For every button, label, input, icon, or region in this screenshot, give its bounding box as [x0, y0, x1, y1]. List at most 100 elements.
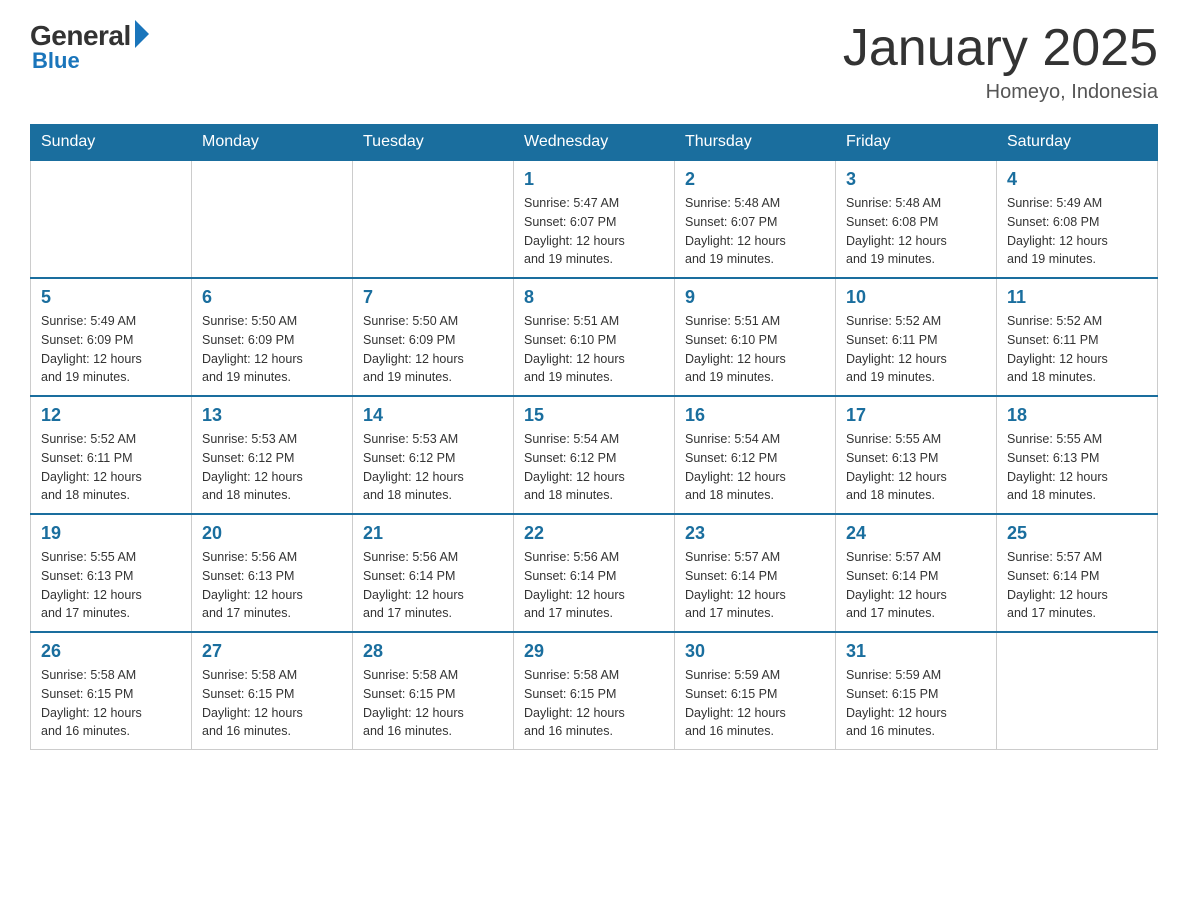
- day-info: Sunrise: 5:58 AM Sunset: 6:15 PM Dayligh…: [202, 666, 342, 741]
- day-number: 12: [41, 405, 181, 426]
- day-info: Sunrise: 5:54 AM Sunset: 6:12 PM Dayligh…: [685, 430, 825, 505]
- calendar-cell: 19Sunrise: 5:55 AM Sunset: 6:13 PM Dayli…: [31, 514, 192, 632]
- calendar-cell: 21 Sunrise: 5:56 AM Sunset: 6:14 PM Dayli…: [353, 514, 514, 632]
- day-header-tuesday: Tuesday: [353, 125, 514, 161]
- calendar-cell: 16 Sunrise: 5:54 AM Sunset: 6:12 PM Dayli…: [675, 396, 836, 514]
- day-info: Sunrise: 5:57 AM Sunset: 6:14 PM Dayligh…: [846, 548, 986, 623]
- day-number: 3: [846, 169, 986, 190]
- week-row-2: 5 Sunrise: 5:49 AM Sunset: 6:09 PM Daylig…: [31, 278, 1158, 396]
- day-info: Sunrise: 5:56 AM Sunset: 6:14 PM Dayligh…: [363, 548, 503, 623]
- calendar-cell: 25 Sunrise: 5:57 AM Sunset: 6:14 PM Dayli…: [997, 514, 1158, 632]
- day-number: 14: [363, 405, 503, 426]
- calendar-cell: 3 Sunrise: 5:48 AM Sunset: 6:08 PM Daylig…: [836, 160, 997, 278]
- day-info: Sunrise: 5:49 AM Sunset: 6:09 PM Dayligh…: [41, 312, 181, 387]
- day-header-thursday: Thursday: [675, 125, 836, 161]
- calendar-cell: 14Sunrise: 5:53 AM Sunset: 6:12 PM Dayli…: [353, 396, 514, 514]
- calendar-cell: 11 Sunrise: 5:52 AM Sunset: 6:11 PM Dayli…: [997, 278, 1158, 396]
- calendar-cell: 1Sunrise: 5:47 AM Sunset: 6:07 PM Daylig…: [514, 160, 675, 278]
- day-info: Sunrise: 5:58 AM Sunset: 6:15 PM Dayligh…: [41, 666, 181, 741]
- day-number: 15: [524, 405, 664, 426]
- day-header-sunday: Sunday: [31, 125, 192, 161]
- day-info: Sunrise: 5:51 AM Sunset: 6:10 PM Dayligh…: [685, 312, 825, 387]
- day-info: Sunrise: 5:57 AM Sunset: 6:14 PM Dayligh…: [1007, 548, 1147, 623]
- day-number: 30: [685, 641, 825, 662]
- day-header-saturday: Saturday: [997, 125, 1158, 161]
- day-number: 23: [685, 523, 825, 544]
- calendar-cell: [31, 160, 192, 278]
- calendar-cell: 28Sunrise: 5:58 AM Sunset: 6:15 PM Dayli…: [353, 632, 514, 750]
- calendar-cell: 26Sunrise: 5:58 AM Sunset: 6:15 PM Dayli…: [31, 632, 192, 750]
- day-number: 5: [41, 287, 181, 308]
- page-header: General Blue January 2025 Homeyo, Indone…: [30, 20, 1158, 104]
- day-info: Sunrise: 5:54 AM Sunset: 6:12 PM Dayligh…: [524, 430, 664, 505]
- day-info: Sunrise: 5:58 AM Sunset: 6:15 PM Dayligh…: [524, 666, 664, 741]
- week-row-4: 19Sunrise: 5:55 AM Sunset: 6:13 PM Dayli…: [31, 514, 1158, 632]
- calendar-cell: 17Sunrise: 5:55 AM Sunset: 6:13 PM Dayli…: [836, 396, 997, 514]
- calendar-cell: 4Sunrise: 5:49 AM Sunset: 6:08 PM Daylig…: [997, 160, 1158, 278]
- calendar-header-row: SundayMondayTuesdayWednesdayThursdayFrid…: [31, 125, 1158, 161]
- day-number: 25: [1007, 523, 1147, 544]
- day-number: 21: [363, 523, 503, 544]
- day-number: 11: [1007, 287, 1147, 308]
- calendar-cell: 10Sunrise: 5:52 AM Sunset: 6:11 PM Dayli…: [836, 278, 997, 396]
- day-info: Sunrise: 5:52 AM Sunset: 6:11 PM Dayligh…: [41, 430, 181, 505]
- day-number: 9: [685, 287, 825, 308]
- calendar-cell: 6 Sunrise: 5:50 AM Sunset: 6:09 PM Daylig…: [192, 278, 353, 396]
- calendar-cell: 8 Sunrise: 5:51 AM Sunset: 6:10 PM Daylig…: [514, 278, 675, 396]
- calendar-cell: 31 Sunrise: 5:59 AM Sunset: 6:15 PM Dayli…: [836, 632, 997, 750]
- calendar-cell: 5 Sunrise: 5:49 AM Sunset: 6:09 PM Daylig…: [31, 278, 192, 396]
- day-number: 7: [363, 287, 503, 308]
- calendar-table: SundayMondayTuesdayWednesdayThursdayFrid…: [30, 124, 1158, 750]
- week-row-3: 12 Sunrise: 5:52 AM Sunset: 6:11 PM Dayli…: [31, 396, 1158, 514]
- day-info: Sunrise: 5:50 AM Sunset: 6:09 PM Dayligh…: [202, 312, 342, 387]
- day-info: Sunrise: 5:52 AM Sunset: 6:11 PM Dayligh…: [1007, 312, 1147, 387]
- month-title: January 2025: [843, 20, 1158, 77]
- calendar-cell: 29 Sunrise: 5:58 AM Sunset: 6:15 PM Dayli…: [514, 632, 675, 750]
- day-info: Sunrise: 5:57 AM Sunset: 6:14 PM Dayligh…: [685, 548, 825, 623]
- day-info: Sunrise: 5:58 AM Sunset: 6:15 PM Dayligh…: [363, 666, 503, 741]
- day-number: 13: [202, 405, 342, 426]
- calendar-cell: 15 Sunrise: 5:54 AM Sunset: 6:12 PM Dayli…: [514, 396, 675, 514]
- calendar-cell: 7Sunrise: 5:50 AM Sunset: 6:09 PM Daylig…: [353, 278, 514, 396]
- day-info: Sunrise: 5:55 AM Sunset: 6:13 PM Dayligh…: [1007, 430, 1147, 505]
- calendar-cell: 24 Sunrise: 5:57 AM Sunset: 6:14 PM Dayli…: [836, 514, 997, 632]
- day-info: Sunrise: 5:48 AM Sunset: 6:08 PM Dayligh…: [846, 194, 986, 269]
- day-number: 22: [524, 523, 664, 544]
- calendar-cell: 22 Sunrise: 5:56 AM Sunset: 6:14 PM Dayli…: [514, 514, 675, 632]
- day-number: 31: [846, 641, 986, 662]
- day-info: Sunrise: 5:51 AM Sunset: 6:10 PM Dayligh…: [524, 312, 664, 387]
- calendar-cell: 12 Sunrise: 5:52 AM Sunset: 6:11 PM Dayli…: [31, 396, 192, 514]
- day-header-monday: Monday: [192, 125, 353, 161]
- logo-blue-text: Blue: [32, 48, 80, 74]
- calendar-cell: 18 Sunrise: 5:55 AM Sunset: 6:13 PM Dayli…: [997, 396, 1158, 514]
- day-info: Sunrise: 5:53 AM Sunset: 6:12 PM Dayligh…: [202, 430, 342, 505]
- week-row-5: 26Sunrise: 5:58 AM Sunset: 6:15 PM Dayli…: [31, 632, 1158, 750]
- day-info: Sunrise: 5:49 AM Sunset: 6:08 PM Dayligh…: [1007, 194, 1147, 269]
- day-info: Sunrise: 5:48 AM Sunset: 6:07 PM Dayligh…: [685, 194, 825, 269]
- calendar-cell: 13 Sunrise: 5:53 AM Sunset: 6:12 PM Dayli…: [192, 396, 353, 514]
- day-header-friday: Friday: [836, 125, 997, 161]
- day-number: 8: [524, 287, 664, 308]
- day-number: 24: [846, 523, 986, 544]
- logo: General Blue: [30, 20, 149, 74]
- day-info: Sunrise: 5:56 AM Sunset: 6:13 PM Dayligh…: [202, 548, 342, 623]
- week-row-1: 1Sunrise: 5:47 AM Sunset: 6:07 PM Daylig…: [31, 160, 1158, 278]
- day-number: 6: [202, 287, 342, 308]
- calendar-cell: [353, 160, 514, 278]
- day-info: Sunrise: 5:59 AM Sunset: 6:15 PM Dayligh…: [685, 666, 825, 741]
- day-info: Sunrise: 5:56 AM Sunset: 6:14 PM Dayligh…: [524, 548, 664, 623]
- day-info: Sunrise: 5:59 AM Sunset: 6:15 PM Dayligh…: [846, 666, 986, 741]
- location-text: Homeyo, Indonesia: [843, 81, 1158, 104]
- day-number: 29: [524, 641, 664, 662]
- title-section: January 2025 Homeyo, Indonesia: [843, 20, 1158, 104]
- day-number: 2: [685, 169, 825, 190]
- day-number: 19: [41, 523, 181, 544]
- day-info: Sunrise: 5:47 AM Sunset: 6:07 PM Dayligh…: [524, 194, 664, 269]
- day-number: 18: [1007, 405, 1147, 426]
- calendar-cell: 30 Sunrise: 5:59 AM Sunset: 6:15 PM Dayli…: [675, 632, 836, 750]
- day-number: 27: [202, 641, 342, 662]
- day-number: 17: [846, 405, 986, 426]
- day-info: Sunrise: 5:52 AM Sunset: 6:11 PM Dayligh…: [846, 312, 986, 387]
- calendar-cell: [997, 632, 1158, 750]
- day-number: 16: [685, 405, 825, 426]
